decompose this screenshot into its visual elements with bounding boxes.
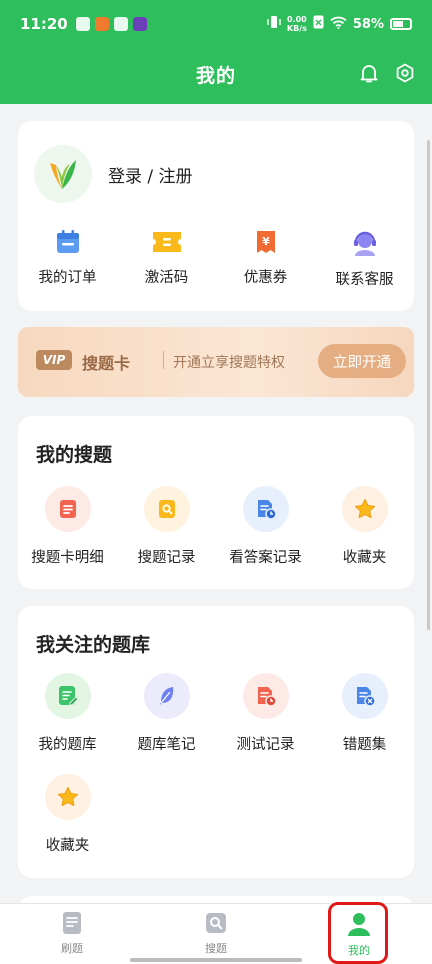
my-question-bank-label: 我的题库: [38, 737, 97, 753]
wrong-questions-label: 错题集: [342, 737, 387, 753]
coupon-icon: ¥: [256, 231, 275, 253]
customer-service-button[interactable]: 联系客服: [315, 228, 414, 289]
search-card-details-button[interactable]: 搜题卡明细: [18, 486, 117, 567]
tab-search[interactable]: 搜题: [186, 910, 246, 956]
notification-icon: [75, 17, 90, 31]
vip-divider: [163, 351, 164, 369]
answer-history-button[interactable]: 看答案记录: [216, 486, 315, 567]
tab-label: 搜题: [205, 942, 227, 955]
vip-card-name: 搜题卡: [82, 354, 131, 373]
followed-banks-row-2: 收藏夹: [18, 774, 414, 855]
answer-history-label: 看答案记录: [229, 550, 302, 566]
avatar[interactable]: [34, 145, 92, 203]
login-register-link[interactable]: 登录 / 注册: [108, 162, 193, 187]
app-notification-icon: [94, 17, 109, 31]
coupon-button[interactable]: ¥ 优惠券: [216, 228, 315, 289]
home-indicator[interactable]: [130, 958, 302, 962]
search-tab-icon: [206, 913, 226, 933]
vip-badge: VIP: [36, 350, 72, 370]
edit-doc-icon: [44, 673, 91, 719]
bank-notes-label: 题库笔记: [137, 737, 196, 753]
feather-icon: [143, 673, 190, 719]
calendar-icon: [56, 230, 79, 253]
tab-label: 刷题: [61, 942, 83, 955]
bank-favorites-label: 收藏夹: [45, 838, 90, 854]
bank-favorites-button[interactable]: 收藏夹: [18, 774, 117, 855]
status-bar: 11:20 0.00 KB/s 58%: [0, 0, 432, 48]
doc-x-icon: [341, 673, 388, 719]
my-question-bank-button[interactable]: 我的题库: [18, 673, 117, 754]
star-icon: [44, 774, 91, 820]
followed-banks-section: 我关注的题库 我的题库 题库笔记 测试记录 错题集 收藏夹: [18, 606, 414, 878]
active-tab-highlight: [328, 902, 388, 964]
sim-icon: [313, 15, 324, 33]
my-search-section: 我的搜题 搜题卡明细 搜题记录 看答案记录 收藏夹: [18, 416, 414, 589]
vibrate-icon: [267, 15, 281, 33]
scrollbar[interactable]: [427, 140, 430, 630]
star-icon: [341, 486, 388, 532]
status-time: 11:20: [20, 15, 68, 33]
settings-icon[interactable]: [394, 62, 416, 84]
test-records-label: 测试记录: [236, 737, 295, 753]
activation-code-button[interactable]: 激活码: [117, 228, 216, 289]
battery-icon: [390, 18, 412, 30]
section-title: 我关注的题库: [36, 634, 151, 656]
search-history-button[interactable]: 搜题记录: [117, 486, 216, 567]
profile-card: 登录 / 注册 我的订单 激活码 ¥ 优惠券 联系客服: [18, 121, 414, 311]
test-records-button[interactable]: 测试记录: [216, 673, 315, 754]
search-card-details-label: 搜题卡明细: [31, 550, 104, 566]
wrong-questions-button[interactable]: 错题集: [315, 673, 414, 754]
doc-clock-icon: [242, 673, 289, 719]
search-doc-icon: [143, 486, 190, 532]
activation-code-label: 激活码: [144, 270, 189, 286]
vip-description: 开通立享搜题特权: [173, 355, 285, 371]
tab-practice[interactable]: 刷题: [42, 910, 102, 956]
followed-banks-row-1: 我的题库 题库笔记 测试记录 错题集: [18, 673, 414, 754]
doc-clock-icon: [242, 486, 289, 532]
vip-banner[interactable]: VIP 搜题卡 开通立享搜题特权 立即开通: [18, 327, 414, 397]
mail-icon: [113, 17, 128, 31]
svg-text:¥: ¥: [262, 235, 270, 248]
battery-level: 58%: [352, 16, 384, 32]
headset-icon: [353, 231, 376, 256]
page-title: 我的: [195, 64, 236, 87]
my-orders-label: 我的订单: [38, 270, 97, 286]
bank-notes-button[interactable]: 题库笔记: [117, 673, 216, 754]
bell-icon[interactable]: [358, 62, 380, 84]
wifi-icon: [330, 16, 347, 33]
favorites-button[interactable]: 收藏夹: [315, 486, 414, 567]
network-speed: 0.00 KB/s: [286, 15, 307, 33]
coupon-label: 优惠券: [243, 270, 288, 286]
my-orders-button[interactable]: 我的订单: [18, 228, 117, 289]
section-title: 我的搜题: [36, 444, 113, 466]
customer-service-label: 联系客服: [335, 272, 394, 288]
media-icon: [132, 17, 147, 31]
title-bar: 我的: [0, 52, 432, 96]
header: 11:20 0.00 KB/s 58% 我的: [0, 0, 432, 104]
my-search-items: 搜题卡明细 搜题记录 看答案记录 收藏夹: [18, 486, 414, 567]
search-history-label: 搜题记录: [137, 550, 196, 566]
favorites-label: 收藏夹: [342, 550, 387, 566]
list-doc-icon: [44, 486, 91, 532]
practice-doc-icon: [63, 912, 81, 934]
ticket-icon: [152, 232, 181, 252]
profile-shortcuts: 我的订单 激活码 ¥ 优惠券 联系客服: [18, 228, 414, 289]
app-logo-icon: [50, 160, 76, 189]
open-vip-button[interactable]: 立即开通: [318, 344, 406, 378]
